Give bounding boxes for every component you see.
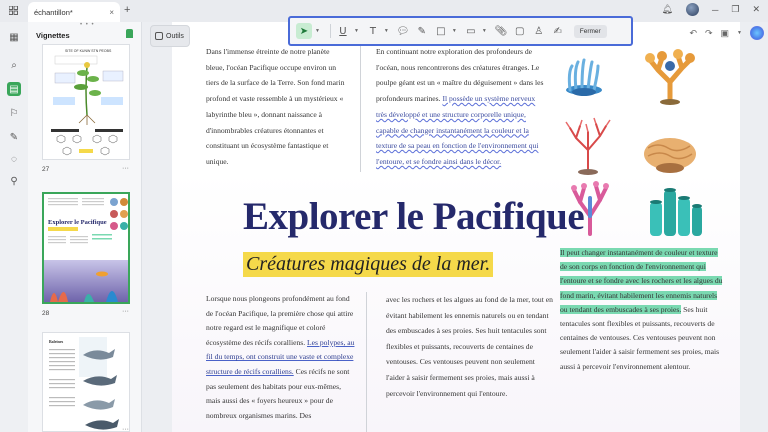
more-options-27[interactable]: ··· bbox=[122, 165, 129, 172]
toolbar-separator bbox=[329, 24, 331, 38]
redo-icon[interactable]: ↷ bbox=[705, 28, 713, 39]
document-area: Dans l'immense étreinte de notre planète… bbox=[142, 22, 768, 432]
select-pointer-icon[interactable]: ➤ bbox=[296, 23, 312, 39]
thumb-28-heading: Explorer le Pacifique bbox=[48, 219, 107, 226]
paragraph-intro[interactable]: Dans l'immense étreinte de notre planète… bbox=[206, 44, 346, 170]
document-tab[interactable]: échantillon* × bbox=[28, 2, 120, 22]
paragraph-highlight[interactable]: Il peut changer instantanément de couleu… bbox=[560, 246, 726, 374]
attachment-icon[interactable]: ⚲ bbox=[7, 174, 21, 188]
annotation-toolbar: ➤ ▼ U ▼ T ▼ 💬︎ ✎ □ ▼ ▭ ▼ 📎︎ ▢ ♙ ✍ Fermer bbox=[288, 16, 633, 46]
sticky-note-icon[interactable]: ▢ bbox=[512, 23, 528, 39]
brain-coral-icon bbox=[644, 138, 696, 173]
minimize-icon[interactable]: ─ bbox=[712, 5, 718, 15]
textbox-icon[interactable]: ▭ bbox=[463, 23, 479, 39]
paragraph-octopus-cont[interactable]: avec les rochers et les algues au fond d… bbox=[386, 292, 554, 401]
more-options-28[interactable]: ··· bbox=[122, 308, 129, 315]
pdf-page: Dans l'immense étreinte de notre planète… bbox=[172, 22, 740, 432]
thumb-29-heading: Baleines bbox=[49, 339, 64, 344]
tab-title: échantillon* bbox=[34, 7, 73, 17]
tools-icon bbox=[155, 32, 163, 40]
page-subtitle[interactable]: Créatures magiques de la mer. bbox=[243, 252, 494, 277]
avatar[interactable] bbox=[685, 3, 699, 16]
bookmark-icon[interactable]: ⚐ bbox=[7, 106, 21, 120]
chevron-down-icon[interactable]: ▼ bbox=[384, 28, 389, 34]
thumbnail-page-27[interactable]: SITE OF KUNW STN PEOBS bbox=[42, 44, 130, 160]
right-toolbar: ↶ ↷ ▣ ▼ bbox=[689, 26, 764, 40]
ai-assistant-icon[interactable] bbox=[750, 26, 764, 40]
paragraph-coral-reef[interactable]: Lorsque nous plongeons profondément au f… bbox=[206, 292, 356, 423]
grid-view-icon[interactable]: ▦ bbox=[7, 30, 21, 44]
anemone-icon bbox=[566, 58, 602, 96]
bell-icon[interactable]: 🔔︎ bbox=[662, 4, 673, 15]
underline-icon[interactable]: U bbox=[335, 23, 351, 39]
paperclip-icon[interactable]: 📎︎ bbox=[493, 23, 509, 39]
thumbnail-page-28[interactable]: Explorer le Pacifique bbox=[42, 192, 130, 304]
thumbnail-page-29[interactable]: Baleines bbox=[42, 332, 130, 432]
close-window-icon[interactable]: ✕ bbox=[752, 4, 760, 15]
column-divider bbox=[360, 44, 361, 172]
new-tab-button[interactable]: + bbox=[124, 4, 130, 16]
text-icon[interactable]: T bbox=[365, 23, 381, 39]
page-number-28: 28 bbox=[42, 310, 50, 317]
window-controls: 🔔︎ ─ ❐ ✕ bbox=[662, 3, 760, 16]
chat-icon[interactable]: ◌ bbox=[7, 152, 21, 166]
highlight-plain-text: Ses huit tentacules sont flexibles et pu… bbox=[560, 304, 720, 371]
paragraph-octopus[interactable]: En continuant notre exploration des prof… bbox=[376, 44, 548, 170]
chevron-down-icon[interactable]: ▼ bbox=[482, 28, 487, 34]
more-options-29[interactable]: ··· bbox=[122, 426, 129, 432]
panel-title: Vignettes bbox=[36, 31, 70, 40]
pin-icon[interactable] bbox=[126, 29, 133, 38]
thumbnail-27-preview: SITE OF KUNW STN PEOBS bbox=[51, 49, 124, 156]
thumbnails-icon[interactable]: ▤ bbox=[7, 82, 21, 96]
wavy-underline-annotation[interactable]: Il possède un système nerveux très dével… bbox=[376, 94, 538, 166]
pdf-editor-app: échantillon* × + 🔔︎ ─ ❐ ✕ ▦ ⌕ ▤ ⚐ ✎ ◌ ⚲ … bbox=[0, 0, 768, 432]
drag-handle[interactable]: • • • bbox=[80, 22, 95, 28]
red-coral-icon bbox=[565, 117, 611, 175]
save-icon[interactable]: ▣ bbox=[721, 28, 730, 39]
thumbnails-panel: • • • Vignettes SITE OF KUNW STN PEOBS 2… bbox=[28, 22, 142, 432]
thumb-27-heading: SITE OF KUNW STN PEOBS bbox=[65, 49, 112, 53]
apps-grid-icon[interactable] bbox=[9, 6, 18, 15]
thumbnail-29-preview: Baleines bbox=[49, 337, 119, 430]
undo-icon[interactable]: ↶ bbox=[689, 28, 697, 39]
coral-illustrations bbox=[565, 49, 702, 236]
restore-icon[interactable]: ❐ bbox=[731, 4, 739, 15]
thumbnail-28-preview: Explorer le Pacifique bbox=[44, 194, 128, 302]
comment-icon[interactable]: 💬︎ bbox=[395, 23, 411, 39]
chevron-down-icon[interactable]: ▼ bbox=[452, 28, 457, 34]
close-tab-icon[interactable]: × bbox=[109, 8, 114, 17]
left-rail: ▦ ⌕ ▤ ⚐ ✎ ◌ ⚲ bbox=[0, 22, 28, 432]
chevron-down-icon[interactable]: ▼ bbox=[354, 28, 359, 34]
pencil-icon[interactable]: ✎ bbox=[414, 23, 430, 39]
shape-icon[interactable]: □ bbox=[433, 23, 449, 39]
tools-button[interactable]: Outils bbox=[150, 25, 190, 47]
page-number-27: 27 bbox=[42, 166, 50, 173]
comment-icon[interactable]: ✎ bbox=[7, 130, 21, 144]
chevron-down-icon[interactable]: ▼ bbox=[315, 28, 320, 34]
tools-label: Outils bbox=[166, 32, 184, 40]
column-divider-2 bbox=[366, 292, 367, 432]
signature-icon[interactable]: ✍ bbox=[550, 23, 566, 39]
tree-coral-icon bbox=[645, 49, 695, 105]
save-dropdown-icon[interactable]: ▼ bbox=[737, 30, 742, 36]
stamp-icon[interactable]: ♙ bbox=[531, 23, 547, 39]
page-title[interactable]: Explorer le Pacifique bbox=[243, 194, 585, 239]
tube-coral-icon bbox=[650, 188, 702, 236]
search-icon[interactable]: ⌕ bbox=[7, 58, 21, 72]
close-toolbar-button[interactable]: Fermer bbox=[573, 24, 607, 38]
